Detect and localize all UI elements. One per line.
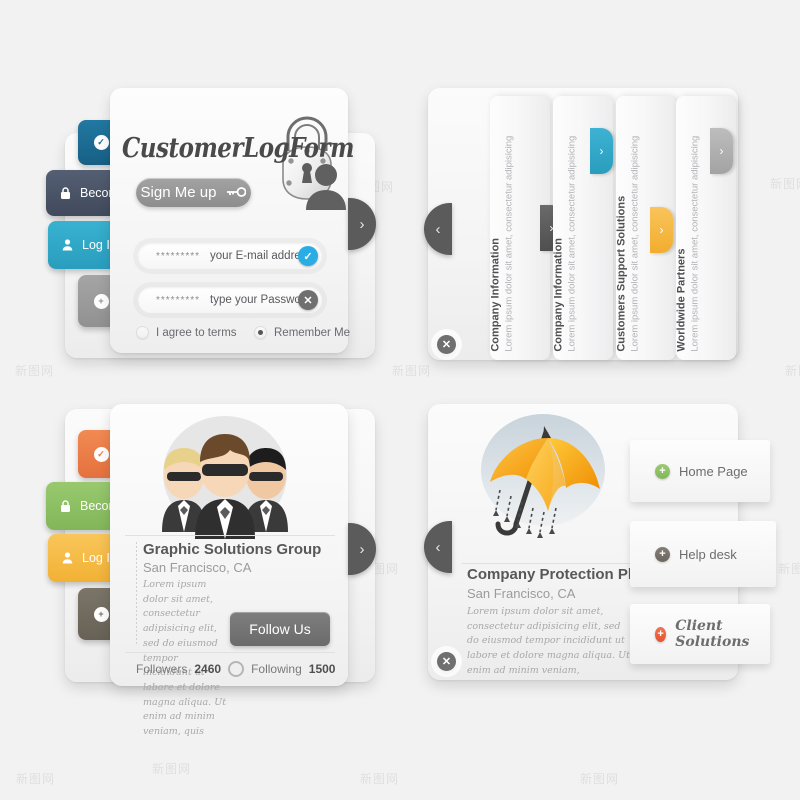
menu-item-home-page[interactable]: + Home Page	[630, 440, 770, 502]
lock-icon	[56, 497, 74, 515]
accordion-item-3-text: Worldwide Partners Lorem ipsum dolor sit…	[674, 88, 702, 352]
watermark: 新图网	[392, 364, 432, 378]
protection-location: San Francisco, CA	[467, 586, 576, 601]
watermark: 新图网	[785, 364, 800, 378]
profile-dotted-rule	[136, 542, 137, 644]
stats-separator-ring-icon	[228, 661, 245, 677]
watermark: 新图网	[360, 772, 400, 786]
agree-label: I agree to terms	[156, 326, 237, 339]
remember-label: Remember Me	[274, 326, 351, 339]
accordion-item-0-subtitle: Lorem ipsum dolor sit amet, consectetur …	[503, 136, 515, 352]
accordion-item-3-title: Worldwide Partners	[675, 248, 688, 352]
followers-label: Followers	[136, 662, 188, 676]
email-valid-check-icon[interactable]: ✓	[298, 246, 318, 266]
password-clear-close-icon[interactable]: ✕	[298, 290, 318, 310]
protection-divider	[462, 563, 632, 564]
password-value: *********	[156, 294, 201, 306]
watermark: 新图网	[778, 562, 800, 576]
signup-label: Sign Me up	[140, 184, 217, 201]
password-field[interactable]: ********* type your Password ✕	[138, 287, 322, 313]
accordion-item-0-title: Company Information	[489, 238, 502, 352]
accordion-item-1-subtitle: Lorem ipsum dolor sit amet, consectetur …	[566, 136, 578, 352]
profile-divider-top	[125, 535, 335, 536]
check-icon: ✓	[93, 135, 109, 150]
remember-me-option[interactable]: Remember Me	[254, 326, 350, 339]
menu-item-client-solutions[interactable]: + Client Solutions	[630, 604, 770, 664]
design-canvas: 新图网 新图网 新图网 新图网 新图网 新图网 新图网 新图网 新图网 新图网 …	[0, 0, 800, 800]
email-placeholder: your E-mail address	[210, 250, 313, 262]
watermark: 新图网	[152, 762, 192, 776]
login-title: CustomerLogForm	[122, 132, 355, 164]
watermark: 新图网	[16, 772, 56, 786]
menu-item-home-page-label: Home Page	[679, 463, 748, 479]
signup-button[interactable]: Sign Me up	[136, 178, 251, 207]
password-placeholder: type your Password	[210, 294, 312, 306]
accordion-item-2-subtitle: Lorem ipsum dolor sit amet, consectetur …	[629, 136, 641, 352]
menu-item-help-desk[interactable]: + Help desk	[630, 521, 776, 587]
accordion-chevron-1[interactable]: ›	[590, 128, 613, 174]
profile-title: Graphic Solutions Group	[143, 541, 322, 558]
agree-to-terms-option[interactable]: I agree to terms	[136, 326, 237, 339]
remember-radio[interactable]	[254, 326, 267, 339]
watermark: 新图网	[580, 772, 620, 786]
plus-icon: +	[93, 606, 109, 622]
following-label: Following	[251, 662, 302, 676]
chevron-right-icon: ›	[599, 144, 604, 158]
profile-divider-bottom	[125, 652, 335, 653]
chevron-right-icon: ›	[719, 144, 724, 158]
accordion-item-0-text: Company Information Lorem ipsum dolor si…	[488, 88, 516, 352]
watermark: 新图网	[15, 364, 55, 378]
menu-item-client-solutions-label: Client Solutions	[675, 618, 750, 650]
lock-icon	[56, 184, 74, 202]
protection-title: Company Protection Plan	[467, 566, 650, 583]
plus-icon: +	[655, 626, 667, 642]
user-icon	[58, 236, 76, 254]
follow-us-label: Follow Us	[249, 621, 311, 637]
plus-icon: +	[655, 546, 670, 562]
chevron-right-icon: ›	[359, 540, 365, 558]
check-icon: ✓	[93, 446, 109, 462]
email-field[interactable]: ********* your E-mail address ✓	[138, 243, 322, 269]
profile-location: San Francisco, CA	[143, 560, 252, 575]
profile-description: Lorem ipsum dolor sit amet, consectetur …	[143, 579, 227, 738]
chevron-left-icon: ‹	[435, 538, 441, 556]
accordion-item-3-subtitle: Lorem ipsum dolor sit amet, consectetur …	[689, 136, 701, 352]
agree-radio[interactable]	[136, 326, 149, 339]
watermark: 新图网	[770, 177, 800, 191]
accordion-chevron-3[interactable]: ›	[710, 128, 733, 174]
three-businessmen-icon	[162, 416, 288, 539]
following-value: 1500	[308, 662, 336, 676]
email-value: *********	[156, 250, 201, 262]
accordion-item-2-title: Customers Support Solutions	[615, 196, 628, 352]
close-icon: ✕	[441, 339, 452, 351]
user-icon	[58, 549, 76, 567]
chevron-right-icon: ›	[359, 215, 365, 233]
follow-us-button[interactable]: Follow Us	[230, 612, 330, 646]
profile-stats: Followers 2460 Following 1500	[136, 661, 335, 677]
menu-item-help-desk-label: Help desk	[679, 546, 737, 562]
chevron-right-icon: ›	[659, 223, 664, 237]
umbrella-rain-icon	[481, 414, 605, 538]
accordion-item-2-text: Customers Support Solutions Lorem ipsum …	[614, 88, 642, 352]
followers-value: 2460	[194, 662, 222, 676]
key-icon	[226, 184, 247, 201]
chevron-left-icon: ‹	[435, 220, 441, 238]
plus-icon: +	[93, 293, 109, 309]
protection-description: Lorem ipsum dolor sit amet, consectetur …	[467, 606, 630, 676]
accordion-item-1-title: Company Information	[552, 238, 565, 352]
plus-icon: +	[655, 463, 670, 479]
protection-close-button[interactable]: ✕	[437, 652, 456, 671]
close-icon: ✕	[441, 656, 452, 668]
accordion-item-1-text: Company Information Lorem ipsum dolor si…	[551, 88, 579, 352]
user-silhouette-icon	[306, 164, 346, 210]
accordion-close-button[interactable]: ✕	[437, 335, 456, 354]
accordion-chevron-2[interactable]: ›	[650, 207, 673, 253]
